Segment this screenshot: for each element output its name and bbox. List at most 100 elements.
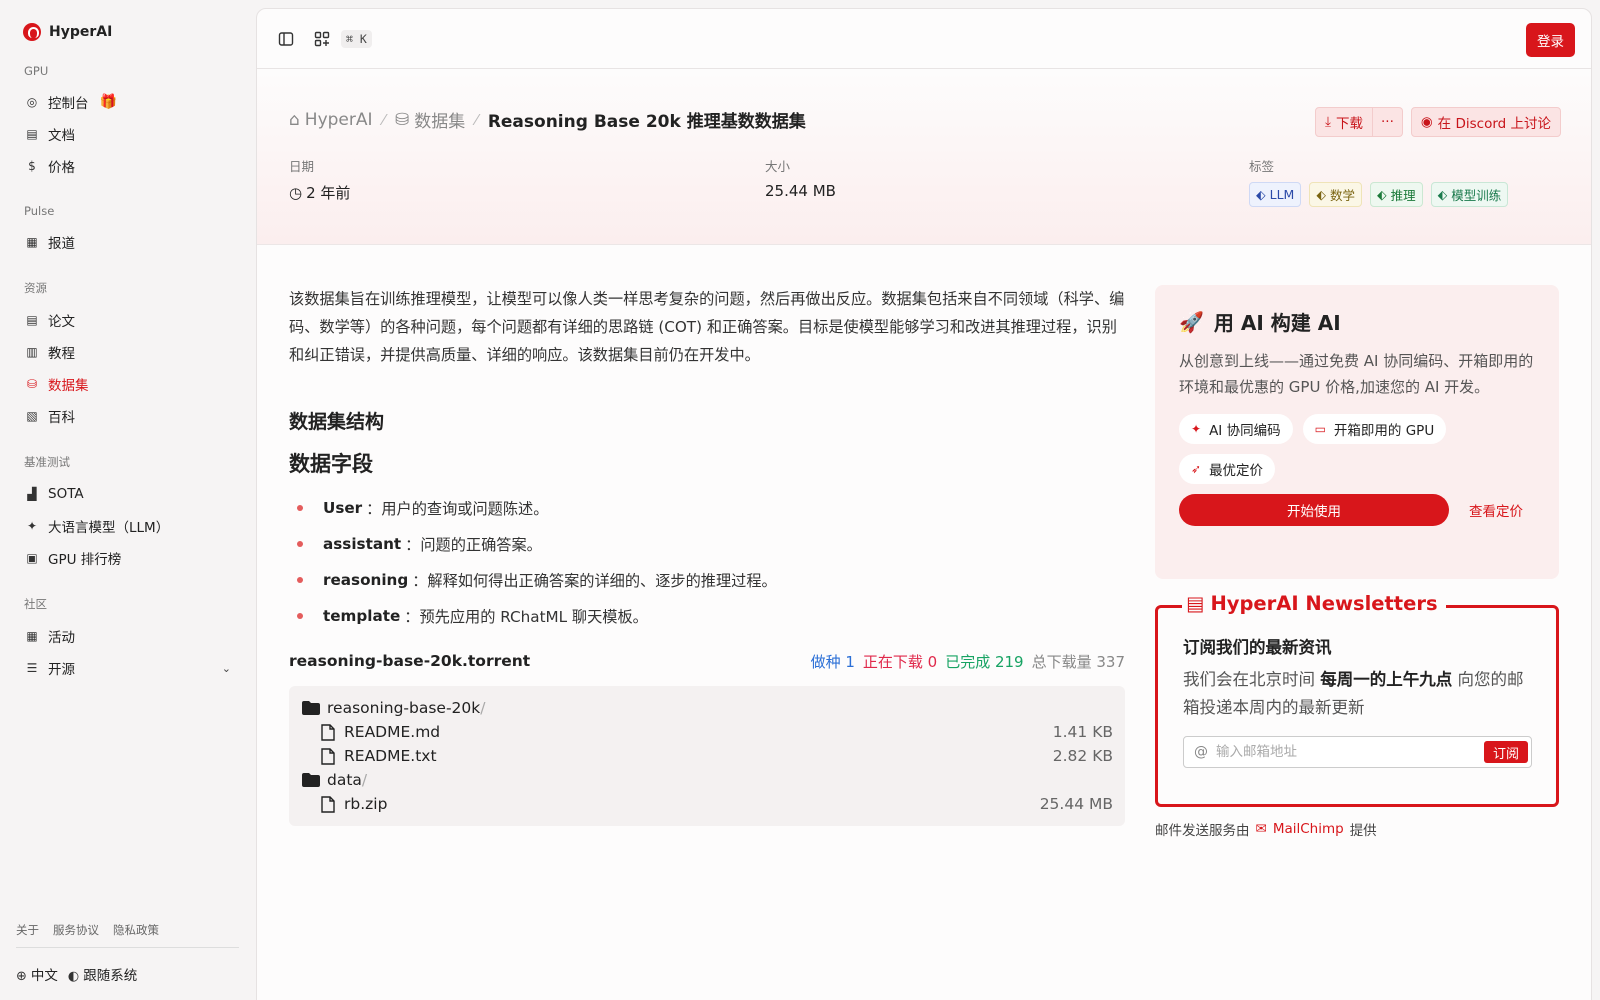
sidebar-item-pricing[interactable]: $ 价格 — [16, 150, 239, 182]
file-icon — [318, 795, 338, 813]
nav-section-community: 社区 — [24, 597, 47, 611]
footer-settings: ⊕ 中文 ◐ 跟随系统 — [16, 964, 137, 984]
field-list: User ：用户的查询或问题陈述。 assistant ：问题的正确答案。 reas… — [289, 490, 1125, 634]
file-row[interactable]: README.txt 2.82 KB — [301, 744, 1113, 768]
mailchimp-link[interactable]: MailChimp — [1273, 821, 1344, 837]
file-name: reasoning-base-20k — [327, 699, 481, 717]
chip-label: AI 协同编码 — [1209, 423, 1281, 439]
structure-heading: 数据集结构 — [289, 411, 385, 433]
subscribe-button[interactable]: 订阅 — [1483, 741, 1528, 763]
tag-label: 数学 — [1329, 188, 1355, 203]
dataset-meta: 日期 ◷ 2 年前 大小 25.44 MB 标签 ⬖ LLM ⬖ 数学 ⬖ 推理 ⬖ 模型… — [289, 156, 1559, 207]
sidebar-item-papers[interactable]: ▤ 论文 — [16, 304, 239, 336]
file-icon — [318, 747, 338, 765]
file-size: 25.44 MB — [1039, 795, 1113, 813]
meta-size-value: 25.44 MB — [765, 182, 836, 200]
sidebar-item-datasets[interactable]: ⛁ 数据集 — [16, 368, 239, 400]
login-button[interactable]: 登录 — [1526, 23, 1575, 57]
meta-tags-label: 标签 — [1249, 159, 1275, 174]
chip-label: 开箱即用的 GPU — [1333, 423, 1435, 439]
torrent-header: reasoning-base-20k.torrent 做种 1 正在下载 0 已… — [289, 648, 1125, 674]
downloading-count: 正在下载 0 — [862, 652, 938, 671]
dataset-content: 该数据集旨在训练推理模型，让模型可以像人类一样思考复杂的问题，然后再做出反应。数… — [289, 285, 1125, 826]
chip-label: 最优定价 — [1209, 463, 1264, 479]
gauge-icon: ◎ — [26, 95, 38, 109]
database-icon: ⛁ — [395, 109, 410, 130]
sidebar-item-llm[interactable]: ✦ 大语言模型（LLM） — [16, 510, 239, 542]
calendar-icon: ▦ — [26, 629, 38, 643]
bullet-icon — [297, 577, 303, 583]
field-desc: ：用户的查询或问题陈述。 — [366, 500, 549, 518]
more-options-button[interactable]: ··· — [1373, 107, 1403, 137]
file-icon — [318, 723, 338, 741]
theme-icon: ◐ — [67, 969, 80, 984]
meta-size-label: 大小 — [765, 159, 791, 174]
sparkle-icon: ✦ — [26, 519, 38, 533]
tag-reasoning[interactable]: ⬖ 推理 — [1369, 182, 1423, 207]
brand[interactable]: HyperAI — [16, 22, 239, 42]
file-name: README.md — [344, 723, 441, 741]
chip-gpu: ▭ 开箱即用的 GPU — [1302, 414, 1447, 444]
sidebar-item-tutorials[interactable]: ▥ 教程 — [16, 336, 239, 368]
newsletter-title-text: HyperAI Newsletters — [1210, 592, 1438, 615]
tutorial-icon: ▥ — [26, 345, 38, 359]
sidebar-item-sota[interactable]: ▟ SOTA — [16, 478, 239, 510]
meta-date: 日期 ◷ 2 年前 — [289, 156, 765, 207]
file-row[interactable]: README.md 1.41 KB — [301, 720, 1113, 744]
sidebar-item-label: 控制台 — [48, 96, 89, 112]
email-input[interactable] — [1216, 744, 1484, 760]
sidebar-item-gpu-leaderboard[interactable]: ▣ GPU 排行榜 — [16, 542, 239, 574]
field-name: User — [323, 499, 363, 517]
start-button[interactable]: 开始使用 — [1179, 494, 1449, 526]
sidebar-item-news[interactable]: ▦ 报道 — [16, 226, 239, 258]
file-row[interactable]: reasoning-base-20k / — [301, 696, 1113, 720]
download-button[interactable]: ⤓ 下载 — [1315, 107, 1374, 137]
chevron-down-icon: ⌄ — [221, 661, 231, 675]
mail-icon: ✉ — [1255, 821, 1267, 837]
theme-switch[interactable]: ◐ 跟随系统 — [68, 964, 137, 984]
sidebar-item-wiki[interactable]: ▧ 百科 — [16, 400, 239, 432]
sidebar-item-docs[interactable]: ▤ 文档 — [16, 118, 239, 150]
chip-pricing: ➶ 最优定价 — [1179, 454, 1276, 484]
discord-button[interactable]: ◉ 在 Discord 上讨论 — [1410, 107, 1561, 137]
sidebar-item-events[interactable]: ▦ 活动 — [16, 620, 239, 652]
footer-link-privacy[interactable]: 隐私政策 — [113, 922, 159, 938]
sidebar-item-console[interactable]: ◎ 控制台 🎁 — [16, 86, 239, 118]
brand-name: HyperAI — [49, 24, 113, 40]
tag-model-training[interactable]: ⬖ 模型训练 — [1430, 182, 1509, 207]
torrent-name[interactable]: reasoning-base-20k.torrent — [289, 652, 530, 670]
apps-grid-icon[interactable] — [311, 28, 333, 50]
language-switch[interactable]: ⊕ 中文 — [16, 964, 58, 984]
file-name: data — [327, 771, 362, 789]
folder-icon — [301, 701, 321, 715]
tag-math[interactable]: ⬖ 数学 — [1309, 182, 1362, 207]
newsletter-text-bold: 每周一的上午九点 — [1320, 670, 1453, 689]
list-item: User ：用户的查询或问题陈述。 — [289, 490, 1125, 526]
breadcrumb-home[interactable]: ⌂ HyperAI — [289, 110, 373, 130]
tag-llm[interactable]: ⬖ LLM — [1249, 182, 1302, 207]
view-pricing-link[interactable]: 查看定价 — [1469, 500, 1523, 520]
sidebar-item-label: 论文 — [48, 314, 75, 330]
nav-section-pulse: Pulse — [24, 204, 55, 218]
server-icon: ▭ — [1314, 422, 1326, 436]
footer-link-terms[interactable]: 服务协议 — [53, 922, 99, 938]
total-downloads: 总下载量 337 — [1031, 652, 1125, 671]
folder-icon — [301, 773, 321, 787]
file-row[interactable]: data / — [301, 768, 1113, 792]
sidebar-item-opensource[interactable]: ☰ 开源 ⌄ — [16, 652, 239, 684]
field-desc: ：预先应用的 RChatML 聊天模板。 — [404, 608, 648, 626]
bullet-icon — [297, 613, 303, 619]
theme-label: 跟随系统 — [83, 968, 138, 984]
folder-slash: / — [361, 771, 368, 789]
database-icon: ⛁ — [26, 377, 38, 391]
sidebar-item-label: 百科 — [48, 410, 75, 426]
command-shortcut[interactable]: ⌘ K — [341, 29, 372, 48]
dataset-description: 该数据集旨在训练推理模型，让模型可以像人类一样思考复杂的问题，然后再做出反应。数… — [289, 290, 1125, 364]
file-row[interactable]: rb.zip 25.44 MB — [301, 792, 1113, 816]
download-label: 下载 — [1336, 116, 1364, 132]
sidebar-toggle-icon[interactable] — [275, 28, 297, 50]
footer-link-about[interactable]: 关于 — [16, 922, 39, 938]
nav-section-resources: 资源 — [24, 281, 47, 295]
breadcrumb-datasets[interactable]: ⛁ 数据集 — [395, 107, 465, 133]
dataset-header: ⌂ HyperAI ⁄ ⛁ 数据集 ⁄ Reasoning Base 20k 推理基… — [257, 69, 1591, 245]
